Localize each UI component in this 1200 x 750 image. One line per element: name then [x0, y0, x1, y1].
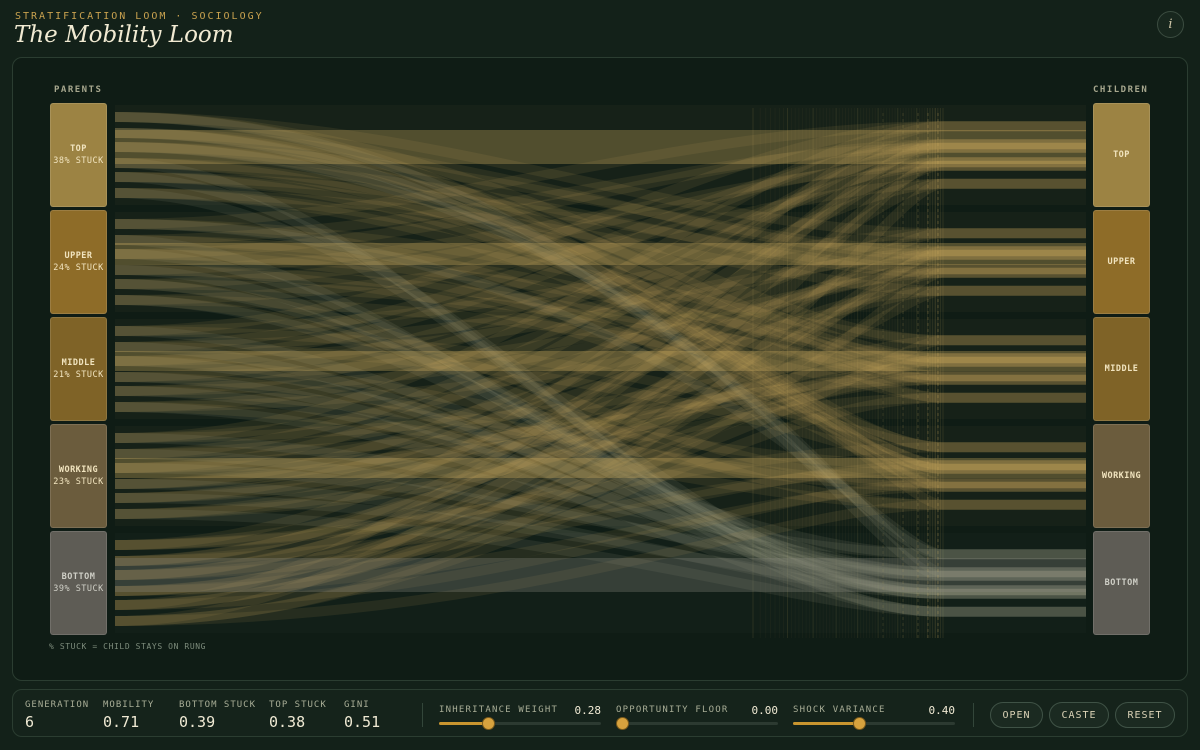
parent-rung-middle[interactable]: MIDDLE 21% STUCK: [50, 317, 107, 421]
rung-stuck-rate: 23% STUCK: [53, 477, 104, 487]
stat-label: BOTTOM STUCK: [179, 700, 257, 710]
rung-stuck-rate: 39% STUCK: [53, 584, 104, 594]
slider-value: 0.28: [574, 704, 602, 717]
rung-name: BOTTOM: [1104, 578, 1139, 588]
rung-stuck-rate: 38% STUCK: [53, 156, 104, 166]
children-label: CHILDREN: [1093, 85, 1149, 95]
slider-fill: [439, 722, 488, 725]
stuck-legend: % STUCK = CHILD STAYS ON RUNG: [49, 642, 207, 651]
stat-label: MOBILITY: [103, 700, 155, 710]
rung-name: MIDDLE: [1104, 364, 1139, 374]
loom-threads: [114, 108, 1086, 638]
rung-name: WORKING: [58, 465, 99, 475]
stat-gini: GINI 0.51: [344, 700, 380, 731]
slider-track[interactable]: [439, 717, 601, 730]
open-button[interactable]: OPEN: [990, 702, 1043, 728]
rung-name: TOP: [70, 144, 87, 154]
slider-thumb[interactable]: [853, 717, 867, 730]
stat-label: GINI: [344, 700, 370, 710]
stat-value: 0.71: [103, 713, 140, 731]
slider-thumb[interactable]: [481, 717, 495, 730]
slider-value: 0.40: [928, 704, 956, 717]
app-kicker: STRATIFICATION LOOM · SOCIOLOGY: [15, 11, 264, 22]
child-rung-bottom[interactable]: BOTTOM: [1093, 531, 1150, 635]
slider-label: SHOCK VARIANCE: [793, 705, 886, 715]
page-title: The Mobility Loom: [14, 22, 234, 48]
stat-mobility: MOBILITY 0.71: [103, 700, 154, 731]
stat-top-stuck: TOP STUCK 0.38: [269, 700, 327, 731]
stat-value: 0.38: [269, 713, 306, 731]
slider-thumb[interactable]: [616, 717, 629, 730]
reset-button[interactable]: RESET: [1115, 702, 1175, 728]
rung-stuck-rate: 24% STUCK: [53, 263, 104, 273]
child-rung-working[interactable]: WORKING: [1093, 424, 1150, 528]
stat-value: 0.51: [344, 713, 381, 731]
rung-name: TOP: [1113, 150, 1130, 160]
divider: [973, 703, 974, 727]
child-rung-middle[interactable]: MIDDLE: [1093, 317, 1150, 421]
child-rung-top[interactable]: TOP: [1093, 103, 1150, 207]
stat-bottom-stuck: BOTTOM STUCK 0.39: [179, 700, 256, 731]
stat-value: 0.39: [179, 713, 216, 731]
rung-stuck-rate: 21% STUCK: [53, 370, 104, 380]
slider-track[interactable]: [616, 717, 778, 730]
child-rung-upper[interactable]: UPPER: [1093, 210, 1150, 314]
stat-label: TOP STUCK: [269, 700, 327, 710]
parents-label: PARENTS: [54, 85, 103, 95]
caste-button[interactable]: CASTE: [1049, 702, 1109, 728]
divider: [422, 703, 423, 727]
loom-panel: PARENTS CHILDREN TOP 38% STUCK UPPER 24% ST…: [12, 57, 1188, 681]
slider-value: 0.00: [751, 704, 779, 717]
parent-rung-working[interactable]: WORKING 23% STUCK: [50, 424, 107, 528]
parent-rung-bottom[interactable]: BOTTOM 39% STUCK: [50, 531, 107, 635]
parent-rung-top[interactable]: TOP 38% STUCK: [50, 103, 107, 207]
rung-name: UPPER: [64, 251, 93, 261]
rung-name: WORKING: [1101, 471, 1142, 481]
rung-name: UPPER: [1107, 257, 1136, 267]
parent-rung-upper[interactable]: UPPER 24% STUCK: [50, 210, 107, 314]
slider-fill: [793, 722, 860, 725]
stat-value: 6: [25, 713, 35, 731]
stat-generation: GENERATION 6: [25, 700, 89, 731]
slider-label: INHERITANCE WEIGHT: [439, 705, 559, 715]
slider-label: OPPORTUNITY FLOOR: [616, 705, 729, 715]
slider-track[interactable]: [793, 717, 955, 730]
rung-name: BOTTOM: [61, 572, 96, 582]
stat-label: GENERATION: [25, 700, 90, 710]
rung-name: MIDDLE: [61, 358, 96, 368]
info-icon[interactable]: i: [1157, 11, 1184, 38]
control-bar: GENERATION 6 MOBILITY 0.71 BOTTOM STUCK 0.39 T…: [12, 689, 1188, 737]
